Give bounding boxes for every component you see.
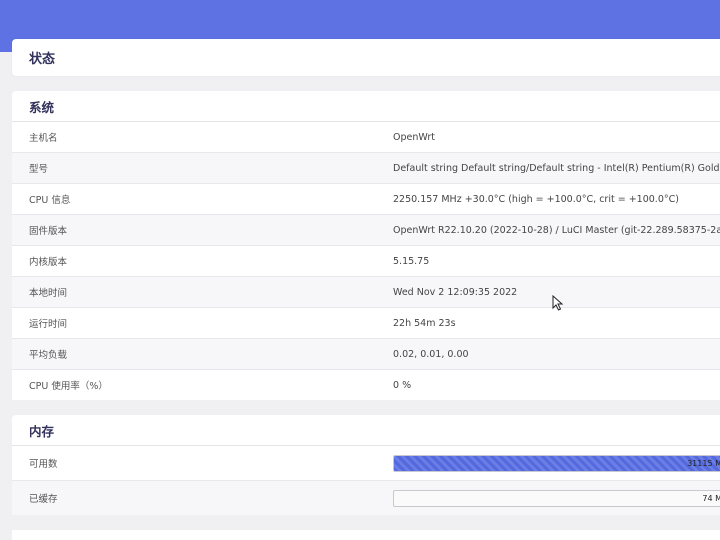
- row-value: 2250.157 MHz +30.0°C (high = +100.0°C, c…: [393, 193, 679, 205]
- table-row: 型号 Default string Default string/Default…: [12, 153, 720, 184]
- row-key: CPU 使用率（%）: [29, 381, 108, 392]
- system-table: 主机名 OpenWrt 型号 Default string Default st…: [12, 122, 720, 400]
- progress-fill: [394, 455, 720, 471]
- row-key: 主机名: [29, 133, 58, 144]
- table-row: 平均负载 0.02, 0.01, 0.00: [12, 339, 720, 370]
- row-value: OpenWrt: [393, 131, 435, 143]
- table-row: 内核版本 5.15.75: [12, 246, 720, 277]
- page-title: 状态: [12, 39, 720, 76]
- row-key: 固件版本: [29, 226, 68, 237]
- row-value: OpenWrt R22.10.20 (2022-10-28) / LuCI Ma…: [393, 224, 720, 236]
- mouse-cursor-icon: [552, 295, 564, 311]
- table-row: 主机名 OpenWrt: [12, 122, 720, 153]
- system-section: 系统 主机名 OpenWrt 型号 Default string Default…: [12, 91, 720, 400]
- table-row: 可用数 31115 M: [12, 446, 720, 481]
- table-row: 固件版本 OpenWrt R22.10.20 (2022-10-28) / Lu…: [12, 215, 720, 246]
- row-key: CPU 信息: [29, 195, 71, 206]
- row-key: 运行时间: [29, 319, 68, 330]
- row-value: 0 %: [393, 379, 412, 391]
- row-key: 可用数: [29, 459, 58, 470]
- row-value: 22h 54m 23s: [393, 317, 456, 329]
- row-key: 型号: [29, 164, 49, 175]
- row-value: 31115 M: [393, 454, 720, 472]
- progress-label: 31115 M: [687, 458, 720, 468]
- table-row: CPU 信息 2250.157 MHz +30.0°C (high = +100…: [12, 184, 720, 215]
- row-value: Default string Default string/Default st…: [393, 162, 720, 174]
- next-section-card: [12, 530, 720, 540]
- table-row: CPU 使用率（%） 0 %: [12, 370, 720, 400]
- row-key: 本地时间: [29, 288, 68, 299]
- row-key: 内核版本: [29, 257, 68, 268]
- row-value: 0.02, 0.01, 0.00: [393, 348, 469, 360]
- memory-section: 内存 可用数 31115 M 已缓存 74 M: [12, 415, 720, 515]
- progress-label: 74 M: [702, 493, 720, 503]
- memory-section-title: 内存: [12, 415, 720, 446]
- row-value: 5.15.75: [393, 255, 430, 267]
- table-row: 本地时间 Wed Nov 2 12:09:35 2022: [12, 277, 720, 308]
- status-page: 状态 系统 主机名 OpenWrt 型号 Default string Defa…: [12, 39, 720, 515]
- memory-cached-bar: 74 M: [393, 489, 720, 507]
- row-value: 74 M: [393, 489, 720, 507]
- row-key: 已缓存: [29, 494, 58, 505]
- memory-table: 可用数 31115 M 已缓存 74 M: [12, 446, 720, 515]
- system-section-title: 系统: [12, 91, 720, 122]
- table-row: 运行时间 22h 54m 23s: [12, 308, 720, 339]
- table-row: 已缓存 74 M: [12, 481, 720, 515]
- row-key: 平均负载: [29, 350, 68, 361]
- memory-available-bar: 31115 M: [393, 454, 720, 472]
